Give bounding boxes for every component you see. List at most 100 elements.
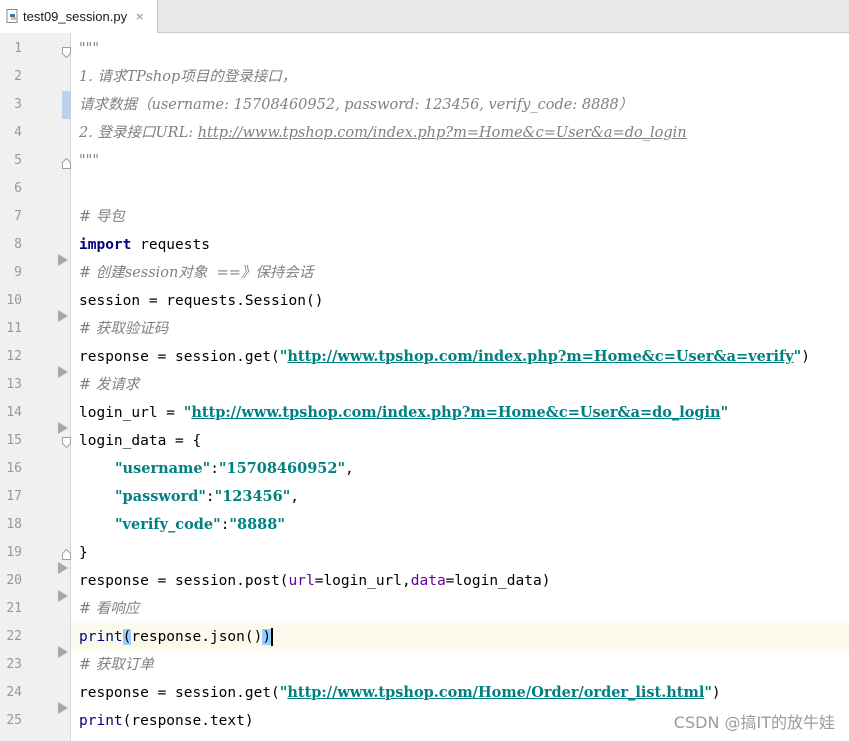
string-literal: "http://www.tpshop.com/index.php?m=Home&… — [280, 348, 801, 365]
code-line-15[interactable]: login_data = { — [79, 427, 201, 455]
line-number: 1 — [14, 41, 22, 56]
code-line-14[interactable]: login_url = "http://www.tpshop.com/index… — [79, 399, 728, 427]
code-line-9[interactable]: # 创建session对象 ==》保持会话 — [79, 259, 313, 287]
run-arrow-icon[interactable] — [58, 559, 68, 574]
code-line-23[interactable]: # 获取订单 — [79, 651, 154, 679]
line-number: 12 — [6, 349, 22, 364]
run-arrow-icon[interactable] — [58, 363, 68, 378]
docstring-url-link[interactable]: http://www.tpshop.com/index.php?m=Home&c… — [198, 125, 687, 141]
code-line-5[interactable]: """ — [79, 147, 99, 175]
code-text: ) — [801, 349, 810, 365]
string-literal: "http://www.tpshop.com/Home/Order/order_… — [280, 684, 712, 701]
code-editor[interactable]: """ 1. 请求TPshop项目的登录接口， 请求数据（username: 1… — [71, 33, 849, 741]
code-text: login_url = — [79, 405, 184, 421]
editor-tab-bar: test09_session.py × — [0, 0, 849, 33]
line-number: 17 — [6, 489, 22, 504]
line-number: 25 — [6, 713, 22, 728]
code-line-13[interactable]: # 发请求 — [79, 371, 139, 399]
line-number: 15 — [6, 433, 22, 448]
dict-value: "123456" — [214, 488, 291, 505]
dict-key: "verify_code" — [115, 516, 221, 533]
code-line-1[interactable]: """ — [79, 35, 99, 63]
code-line-16[interactable]: "username":"15708460952", — [115, 455, 354, 483]
code-line-24[interactable]: response = session.get("http://www.tpsho… — [79, 679, 721, 707]
code-line-25[interactable]: print(response.text) — [79, 707, 254, 735]
code-text: (response.text) — [122, 713, 254, 729]
code-line-21[interactable]: # 看响应 — [79, 595, 139, 623]
line-number: 19 — [6, 545, 22, 560]
change-marker[interactable] — [62, 91, 71, 119]
line-number: 2 — [14, 69, 22, 84]
csdn-watermark: CSDN @搞IT的放牛娃 — [673, 713, 835, 732]
text-caret — [271, 628, 274, 646]
comma: , — [290, 489, 300, 505]
code-text: =login_data) — [445, 573, 551, 589]
code-line-17[interactable]: "password":"123456", — [115, 483, 299, 511]
run-arrow-icon[interactable] — [58, 643, 68, 658]
line-number-gutter: 1 2 3 4 5 6 7 8 9 10 11 12 13 14 15 16 1… — [0, 33, 71, 741]
colon: : — [210, 461, 219, 477]
close-tab-icon[interactable]: × — [135, 10, 144, 23]
module-name: requests — [131, 237, 210, 253]
line-number: 7 — [14, 209, 22, 224]
line-number: 18 — [6, 517, 22, 532]
fold-end-icon[interactable] — [62, 154, 71, 169]
line-number: 13 — [6, 377, 22, 392]
keyword-argument: url — [288, 573, 315, 589]
matched-paren: ) — [262, 629, 272, 645]
code-line-22[interactable]: print(response.json()) — [79, 623, 274, 651]
line-number: 10 — [6, 293, 22, 308]
code-line-19[interactable]: } — [79, 539, 88, 567]
code-text: response.json() — [131, 629, 263, 645]
code-line-2[interactable]: 1. 请求TPshop项目的登录接口， — [79, 63, 296, 91]
code-line-8[interactable]: import requests — [79, 231, 210, 259]
dict-value: "8888" — [229, 516, 285, 533]
line-number: 9 — [14, 265, 22, 280]
line-number: 4 — [14, 125, 22, 140]
builtin-print: print — [79, 713, 123, 729]
code-text: response = session.post( — [79, 573, 289, 589]
code-text: =login_url, — [314, 573, 411, 589]
line-number: 16 — [6, 461, 22, 476]
code-line-11[interactable]: # 获取验证码 — [79, 315, 168, 343]
fold-collapse-icon[interactable] — [62, 433, 71, 449]
line-number: 6 — [14, 181, 22, 196]
line-number: 22 — [6, 629, 22, 644]
code-line-12[interactable]: response = session.get("http://www.tpsho… — [79, 343, 810, 371]
quote: " — [720, 404, 729, 421]
line-number: 14 — [6, 405, 22, 420]
line-number: 21 — [6, 601, 22, 616]
code-text: response = session.get( — [79, 349, 280, 365]
code-line-20[interactable]: response = session.post(url=login_url,da… — [79, 567, 550, 595]
line-number: 5 — [14, 153, 22, 168]
dict-key: "password" — [115, 488, 206, 505]
run-arrow-icon[interactable] — [58, 419, 68, 434]
run-arrow-icon[interactable] — [58, 251, 68, 266]
code-line-10[interactable]: session = requests.Session() — [79, 287, 323, 315]
code-line-3[interactable]: 请求数据（username: 15708460952, password: 12… — [79, 91, 633, 119]
run-arrow-icon[interactable] — [58, 699, 68, 714]
line-number: 24 — [6, 685, 22, 700]
code-line-7[interactable]: # 导包 — [79, 203, 125, 231]
line-number: 3 — [14, 97, 22, 112]
tab-title: test09_session.py — [23, 9, 128, 24]
code-line-18[interactable]: "verify_code":"8888" — [115, 511, 285, 539]
comma: , — [345, 461, 354, 477]
keyword-argument: data — [410, 573, 446, 589]
string-literal: "http://www.tpshop.com/index.php?m=Home&… — [184, 404, 728, 421]
line-number: 11 — [6, 321, 22, 336]
url-link[interactable]: http://www.tpshop.com/index.php?m=Home&c… — [191, 404, 720, 421]
quote: " — [704, 684, 712, 701]
url-link[interactable]: http://www.tpshop.com/index.php?m=Home&c… — [287, 348, 793, 365]
docstring-text: 2. 登录接口URL: — [79, 125, 198, 141]
fold-end-icon[interactable] — [62, 545, 71, 560]
code-line-4[interactable]: 2. 登录接口URL: http://www.tpshop.com/index.… — [79, 119, 687, 147]
fold-collapse-icon[interactable] — [62, 43, 71, 59]
run-arrow-icon[interactable] — [58, 307, 68, 322]
tab-test09-session[interactable]: test09_session.py × — [0, 0, 158, 33]
dict-value: "15708460952" — [218, 460, 346, 477]
dict-key: "username" — [115, 460, 211, 477]
run-arrow-icon[interactable] — [58, 587, 68, 602]
line-number: 23 — [6, 657, 22, 672]
url-link[interactable]: http://www.tpshop.com/Home/Order/order_l… — [287, 684, 704, 701]
